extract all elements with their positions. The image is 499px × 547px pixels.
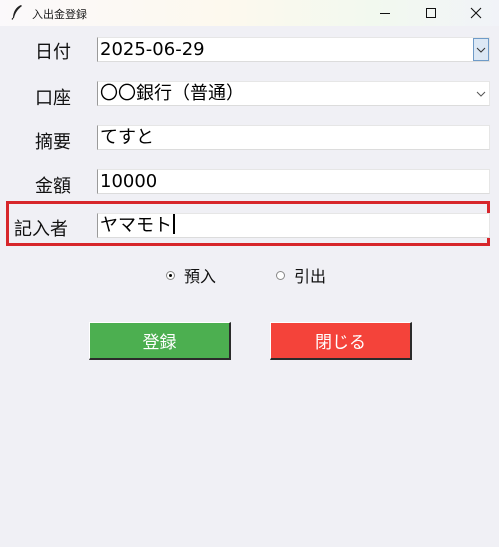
account-label: 口座 — [35, 88, 71, 109]
amount-label: 金額 — [35, 176, 71, 197]
summary-input[interactable]: てすと — [97, 125, 490, 150]
close-window-button[interactable] — [453, 0, 499, 26]
date-combobox[interactable]: 2025-06-29 — [97, 37, 490, 62]
radio-withdraw-label: 引出 — [294, 267, 327, 286]
account-combobox[interactable]: 〇〇銀行（普通） — [97, 81, 490, 106]
window-title: 入出金登録 — [32, 8, 87, 21]
summary-label: 摘要 — [35, 132, 71, 153]
amount-input[interactable]: 10000 — [97, 169, 490, 194]
amount-value: 10000 — [100, 171, 158, 192]
date-label: 日付 — [35, 42, 71, 63]
register-button[interactable]: 登録 — [89, 322, 231, 360]
recorder-label: 記入者 — [14, 219, 68, 240]
radio-deposit[interactable]: 預入 — [166, 265, 217, 286]
maximize-icon — [426, 8, 436, 18]
chevron-down-icon[interactable] — [473, 38, 489, 61]
text-cursor — [173, 214, 175, 234]
maximize-button[interactable] — [408, 0, 454, 26]
radio-deposit-label: 預入 — [184, 267, 217, 286]
title-bar: 入出金登録 — [0, 0, 499, 26]
minimize-icon — [380, 13, 390, 14]
close-icon — [470, 7, 482, 19]
feather-icon — [10, 4, 24, 20]
account-value: 〇〇銀行（普通） — [100, 83, 244, 104]
radio-checked-icon — [166, 270, 175, 280]
radio-withdraw[interactable]: 引出 — [276, 265, 327, 286]
minimize-button[interactable] — [362, 0, 408, 26]
chevron-down-icon[interactable] — [473, 82, 489, 105]
recorder-input[interactable]: ヤマモト — [97, 213, 490, 238]
summary-value: てすと — [100, 127, 154, 148]
date-value: 2025-06-29 — [100, 39, 205, 60]
radio-unchecked-icon — [276, 270, 285, 280]
close-button[interactable]: 閉じる — [270, 322, 412, 360]
recorder-value: ヤマモト — [100, 215, 172, 236]
